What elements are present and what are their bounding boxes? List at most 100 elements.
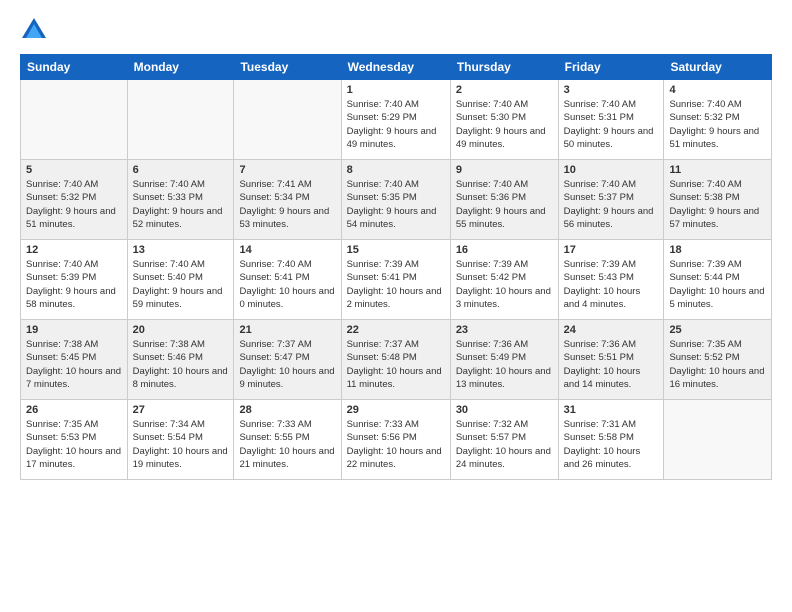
logo-icon — [20, 16, 48, 44]
calendar-cell: 23 Sunrise: 7:36 AMSunset: 5:49 PMDayligh… — [450, 320, 558, 400]
day-info: Sunrise: 7:37 AMSunset: 5:47 PMDaylight:… — [239, 338, 335, 391]
day-number: 19 — [26, 324, 122, 336]
calendar-cell: 9 Sunrise: 7:40 AMSunset: 5:36 PMDaylight… — [450, 160, 558, 240]
col-header-thursday: Thursday — [450, 55, 558, 80]
day-info: Sunrise: 7:41 AMSunset: 5:34 PMDaylight:… — [239, 178, 335, 231]
col-header-wednesday: Wednesday — [341, 55, 450, 80]
day-number: 21 — [239, 324, 335, 336]
calendar-cell: 19 Sunrise: 7:38 AMSunset: 5:45 PMDayligh… — [21, 320, 128, 400]
day-info: Sunrise: 7:37 AMSunset: 5:48 PMDaylight:… — [347, 338, 445, 391]
calendar-cell: 14 Sunrise: 7:40 AMSunset: 5:41 PMDayligh… — [234, 240, 341, 320]
header — [20, 16, 772, 44]
day-number: 16 — [456, 244, 553, 256]
col-header-saturday: Saturday — [664, 55, 772, 80]
day-number: 8 — [347, 164, 445, 176]
calendar-cell — [234, 80, 341, 160]
day-number: 17 — [564, 244, 659, 256]
day-number: 7 — [239, 164, 335, 176]
day-number: 14 — [239, 244, 335, 256]
day-info: Sunrise: 7:40 AMSunset: 5:40 PMDaylight:… — [133, 258, 229, 311]
day-number: 20 — [133, 324, 229, 336]
day-number: 9 — [456, 164, 553, 176]
calendar-cell: 25 Sunrise: 7:35 AMSunset: 5:52 PMDayligh… — [664, 320, 772, 400]
day-info: Sunrise: 7:35 AMSunset: 5:53 PMDaylight:… — [26, 418, 122, 471]
calendar-cell: 6 Sunrise: 7:40 AMSunset: 5:33 PMDaylight… — [127, 160, 234, 240]
calendar-cell: 22 Sunrise: 7:37 AMSunset: 5:48 PMDayligh… — [341, 320, 450, 400]
calendar-cell — [21, 80, 128, 160]
day-info: Sunrise: 7:40 AMSunset: 5:37 PMDaylight:… — [564, 178, 659, 231]
calendar-cell: 26 Sunrise: 7:35 AMSunset: 5:53 PMDayligh… — [21, 400, 128, 480]
calendar-cell: 16 Sunrise: 7:39 AMSunset: 5:42 PMDayligh… — [450, 240, 558, 320]
calendar-cell: 7 Sunrise: 7:41 AMSunset: 5:34 PMDaylight… — [234, 160, 341, 240]
day-number: 6 — [133, 164, 229, 176]
day-number: 26 — [26, 404, 122, 416]
day-info: Sunrise: 7:40 AMSunset: 5:33 PMDaylight:… — [133, 178, 229, 231]
day-number: 23 — [456, 324, 553, 336]
day-info: Sunrise: 7:38 AMSunset: 5:45 PMDaylight:… — [26, 338, 122, 391]
day-info: Sunrise: 7:35 AMSunset: 5:52 PMDaylight:… — [669, 338, 766, 391]
col-header-monday: Monday — [127, 55, 234, 80]
calendar-cell: 12Sunrise: 7:40 AMSunset: 5:39 PMDayligh… — [21, 240, 128, 320]
day-info: Sunrise: 7:40 AMSunset: 5:30 PMDaylight:… — [456, 98, 553, 151]
col-header-sunday: Sunday — [21, 55, 128, 80]
calendar-cell: 10 Sunrise: 7:40 AMSunset: 5:37 PMDayligh… — [558, 160, 664, 240]
calendar-cell: 5 Sunrise: 7:40 AMSunset: 5:32 PMDaylight… — [21, 160, 128, 240]
calendar-cell: 11 Sunrise: 7:40 AMSunset: 5:38 PMDayligh… — [664, 160, 772, 240]
calendar-cell: 28 Sunrise: 7:33 AMSunset: 5:55 PMDayligh… — [234, 400, 341, 480]
day-number: 24 — [564, 324, 659, 336]
logo — [20, 16, 50, 44]
day-info: Sunrise: 7:36 AMSunset: 5:49 PMDaylight:… — [456, 338, 553, 391]
day-number: 4 — [669, 84, 766, 96]
calendar-table: SundayMondayTuesdayWednesdayThursdayFrid… — [20, 54, 772, 480]
day-number: 13 — [133, 244, 229, 256]
day-info: Sunrise: 7:40 AMSunset: 5:38 PMDaylight:… — [669, 178, 766, 231]
day-number: 25 — [669, 324, 766, 336]
calendar-cell: 27 Sunrise: 7:34 AMSunset: 5:54 PMDayligh… — [127, 400, 234, 480]
day-number: 27 — [133, 404, 229, 416]
day-info: Sunrise: 7:40 AMSunset: 5:29 PMDaylight:… — [347, 98, 445, 151]
day-number: 5 — [26, 164, 122, 176]
day-info: Sunrise: 7:33 AMSunset: 5:56 PMDaylight:… — [347, 418, 445, 471]
day-number: 15 — [347, 244, 445, 256]
day-info: Sunrise: 7:36 AMSunset: 5:51 PMDaylight:… — [564, 338, 659, 391]
calendar-cell: 21 Sunrise: 7:37 AMSunset: 5:47 PMDayligh… — [234, 320, 341, 400]
calendar-cell: 24 Sunrise: 7:36 AMSunset: 5:51 PMDayligh… — [558, 320, 664, 400]
day-info: Sunrise: 7:40 AMSunset: 5:35 PMDaylight:… — [347, 178, 445, 231]
day-number: 10 — [564, 164, 659, 176]
calendar-cell: 18Sunrise: 7:39 AMSunset: 5:44 PMDayligh… — [664, 240, 772, 320]
day-number: 3 — [564, 84, 659, 96]
page: SundayMondayTuesdayWednesdayThursdayFrid… — [0, 0, 792, 612]
day-info: Sunrise: 7:39 AMSunset: 5:42 PMDaylight:… — [456, 258, 553, 311]
calendar-cell: 17 Sunrise: 7:39 AMSunset: 5:43 PMDayligh… — [558, 240, 664, 320]
day-number: 31 — [564, 404, 659, 416]
day-number: 22 — [347, 324, 445, 336]
day-info: Sunrise: 7:40 AMSunset: 5:32 PMDaylight:… — [26, 178, 122, 231]
day-number: 11 — [669, 164, 766, 176]
day-number: 18 — [669, 244, 766, 256]
day-info: Sunrise: 7:34 AMSunset: 5:54 PMDaylight:… — [133, 418, 229, 471]
day-info: Sunrise: 7:40 AMSunset: 5:36 PMDaylight:… — [456, 178, 553, 231]
calendar-cell: 2Sunrise: 7:40 AMSunset: 5:30 PMDaylight… — [450, 80, 558, 160]
day-number: 28 — [239, 404, 335, 416]
day-info: Sunrise: 7:40 AMSunset: 5:32 PMDaylight:… — [669, 98, 766, 151]
day-number: 1 — [347, 84, 445, 96]
col-header-tuesday: Tuesday — [234, 55, 341, 80]
calendar-cell: 20Sunrise: 7:38 AMSunset: 5:46 PMDayligh… — [127, 320, 234, 400]
calendar-cell: 15 Sunrise: 7:39 AMSunset: 5:41 PMDayligh… — [341, 240, 450, 320]
day-info: Sunrise: 7:39 AMSunset: 5:43 PMDaylight:… — [564, 258, 659, 311]
day-info: Sunrise: 7:39 AMSunset: 5:41 PMDaylight:… — [347, 258, 445, 311]
calendar-cell: 8 Sunrise: 7:40 AMSunset: 5:35 PMDaylight… — [341, 160, 450, 240]
day-info: Sunrise: 7:40 AMSunset: 5:31 PMDaylight:… — [564, 98, 659, 151]
calendar-cell: 31 Sunrise: 7:31 AMSunset: 5:58 PMDayligh… — [558, 400, 664, 480]
day-info: Sunrise: 7:31 AMSunset: 5:58 PMDaylight:… — [564, 418, 659, 471]
calendar-cell: 30Sunrise: 7:32 AMSunset: 5:57 PMDayligh… — [450, 400, 558, 480]
calendar-cell — [664, 400, 772, 480]
calendar-cell: 13 Sunrise: 7:40 AMSunset: 5:40 PMDayligh… — [127, 240, 234, 320]
day-info: Sunrise: 7:40 AMSunset: 5:39 PMDaylight:… — [26, 258, 122, 311]
day-info: Sunrise: 7:40 AMSunset: 5:41 PMDaylight:… — [239, 258, 335, 311]
calendar-cell — [127, 80, 234, 160]
col-header-friday: Friday — [558, 55, 664, 80]
day-number: 29 — [347, 404, 445, 416]
day-info: Sunrise: 7:33 AMSunset: 5:55 PMDaylight:… — [239, 418, 335, 471]
calendar-cell: 29 Sunrise: 7:33 AMSunset: 5:56 PMDayligh… — [341, 400, 450, 480]
